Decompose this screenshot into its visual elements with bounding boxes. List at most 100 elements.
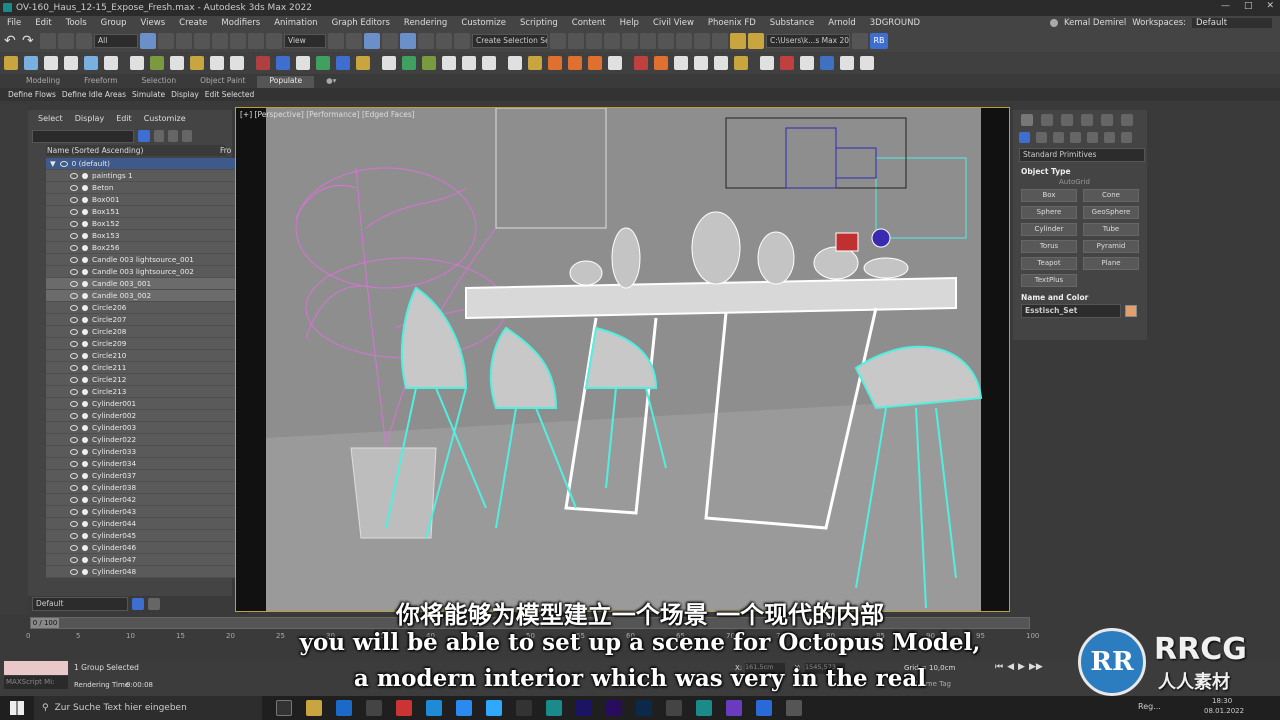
after-effects-icon[interactable] [576, 700, 592, 716]
eye-icon[interactable] [70, 244, 78, 251]
plugin-tool-icon[interactable] [548, 56, 562, 70]
edit-selected-button[interactable]: Edit Selected [205, 90, 254, 99]
menu-tools[interactable]: Tools [59, 18, 94, 28]
eye-icon[interactable] [70, 484, 78, 491]
textplus-button[interactable]: TextPlus [1021, 274, 1077, 287]
name-color-rollout[interactable]: Name and Color [1013, 291, 1147, 304]
tablet-icon[interactable] [366, 700, 382, 716]
ribbon-tab-populate[interactable]: Populate [257, 76, 315, 88]
perspective-viewport[interactable]: [+] [Perspective] [Performance] [Edged F… [235, 107, 1010, 612]
reference-coord-dropdown[interactable]: View [284, 34, 326, 48]
rb-badge[interactable]: RB [870, 33, 888, 49]
menu-views[interactable]: Views [134, 18, 173, 28]
eye-icon[interactable] [70, 472, 78, 479]
plugin-tool-icon[interactable] [674, 56, 688, 70]
plugin-tool-icon[interactable] [760, 56, 774, 70]
lights-icon[interactable] [1053, 132, 1064, 143]
obs-icon[interactable] [786, 700, 802, 716]
premiere-icon[interactable] [606, 700, 622, 716]
object-row[interactable]: Cylinder047 [46, 554, 246, 566]
explorer-menu-display[interactable]: Display [75, 114, 105, 123]
motion-tab-icon[interactable] [1081, 114, 1093, 126]
eye-icon[interactable] [70, 508, 78, 515]
clock-time[interactable]: 18:30 [1212, 697, 1232, 705]
plugin-tool-icon[interactable] [840, 56, 854, 70]
folder-icon[interactable] [748, 33, 764, 49]
viewport-label[interactable]: [+] [Perspective] [Performance] [Edged F… [240, 110, 415, 119]
explorer-search-input[interactable] [32, 129, 134, 143]
chrome-icon[interactable] [456, 700, 472, 716]
plugin-tool-icon[interactable] [382, 56, 396, 70]
object-row[interactable]: Cylinder048 [46, 566, 246, 578]
link-icon[interactable] [40, 33, 56, 49]
plugin-tool-icon[interactable] [44, 56, 58, 70]
opera-icon[interactable] [396, 700, 412, 716]
eye-icon[interactable] [70, 304, 78, 311]
eye-icon[interactable] [70, 220, 78, 227]
menu-phoenix-fd[interactable]: Phoenix FD [701, 18, 763, 28]
object-row[interactable]: Circle208 [46, 326, 246, 338]
autogrid-checkbox[interactable]: AutoGrid [1013, 178, 1147, 189]
file-explorer-icon[interactable] [306, 700, 322, 716]
eye-icon[interactable] [70, 256, 78, 263]
plugin-tool-icon[interactable] [442, 56, 456, 70]
eye-icon[interactable] [59, 160, 68, 167]
plugin-tool-icon[interactable] [210, 56, 224, 70]
plugin-tool-icon[interactable] [654, 56, 668, 70]
object-row[interactable]: Circle211 [46, 362, 246, 374]
explorer-menu-edit[interactable]: Edit [116, 114, 132, 123]
object-row[interactable]: Box001 [46, 194, 246, 206]
teapot-button[interactable]: Teapot [1021, 257, 1077, 270]
object-row[interactable]: Cylinder038 [46, 482, 246, 494]
utilities-tab-icon[interactable] [1121, 114, 1133, 126]
ribbon-tab-freeform[interactable]: Freeform [72, 76, 129, 88]
menu-substance[interactable]: Substance [763, 18, 821, 28]
3dsmax-2-icon[interactable] [696, 700, 712, 716]
explorer-menu-customize[interactable]: Customize [144, 114, 186, 123]
close-icon[interactable]: ✕ [1266, 1, 1274, 11]
filter-icon[interactable] [138, 130, 150, 142]
object-row[interactable]: Circle213 [46, 386, 246, 398]
menu-animation[interactable]: Animation [267, 18, 324, 28]
systems-icon[interactable] [1121, 132, 1132, 143]
snaps-toggle-icon[interactable] [382, 33, 398, 49]
media-encoder-icon[interactable] [726, 700, 742, 716]
toggle-layer-explorer-icon[interactable] [604, 33, 620, 49]
object-row[interactable]: Circle212 [46, 374, 246, 386]
placement-icon[interactable] [266, 33, 282, 49]
lock-icon[interactable] [154, 130, 164, 142]
cone-button[interactable]: Cone [1083, 189, 1139, 202]
menu-graph-editors[interactable]: Graph Editors [325, 18, 397, 28]
object-row[interactable]: Box153 [46, 230, 246, 242]
eye-icon[interactable] [70, 568, 78, 575]
plugin-tool-icon[interactable] [130, 56, 144, 70]
steam-icon[interactable] [336, 700, 352, 716]
menu-modifiers[interactable]: Modifiers [214, 18, 267, 28]
layers-icon[interactable] [182, 130, 192, 142]
menu-help[interactable]: Help [613, 18, 646, 28]
object-row[interactable]: Cylinder045 [46, 530, 246, 542]
eye-icon[interactable] [70, 424, 78, 431]
menu-rendering[interactable]: Rendering [397, 18, 454, 28]
taskbar-search-input[interactable]: Zur Suche Text hier eingeben [55, 703, 187, 713]
pivot-icon[interactable] [328, 33, 344, 49]
cylinder-button[interactable]: Cylinder [1021, 223, 1077, 236]
explorer-menu-select[interactable]: Select [38, 114, 63, 123]
plugin-tool-icon[interactable] [64, 56, 78, 70]
menu-customize[interactable]: Customize [454, 18, 513, 28]
move-icon[interactable] [212, 33, 228, 49]
unlink-icon[interactable] [58, 33, 74, 49]
layer-row-default[interactable]: ▼ 0 (default) [46, 158, 246, 170]
plugin-tool-icon[interactable] [170, 56, 184, 70]
select-object-icon[interactable] [140, 33, 156, 49]
plugin-tool-icon[interactable] [780, 56, 794, 70]
project-icon[interactable] [852, 33, 868, 49]
material-editor-icon[interactable] [676, 33, 692, 49]
plugin-tool-icon[interactable] [296, 56, 310, 70]
menu-content[interactable]: Content [565, 18, 613, 28]
space-warps-icon[interactable] [1104, 132, 1115, 143]
simulate-button[interactable]: Simulate [132, 90, 165, 99]
rect-selection-icon[interactable] [176, 33, 192, 49]
object-row[interactable]: Cylinder002 [46, 410, 246, 422]
object-row[interactable]: Cylinder033 [46, 446, 246, 458]
